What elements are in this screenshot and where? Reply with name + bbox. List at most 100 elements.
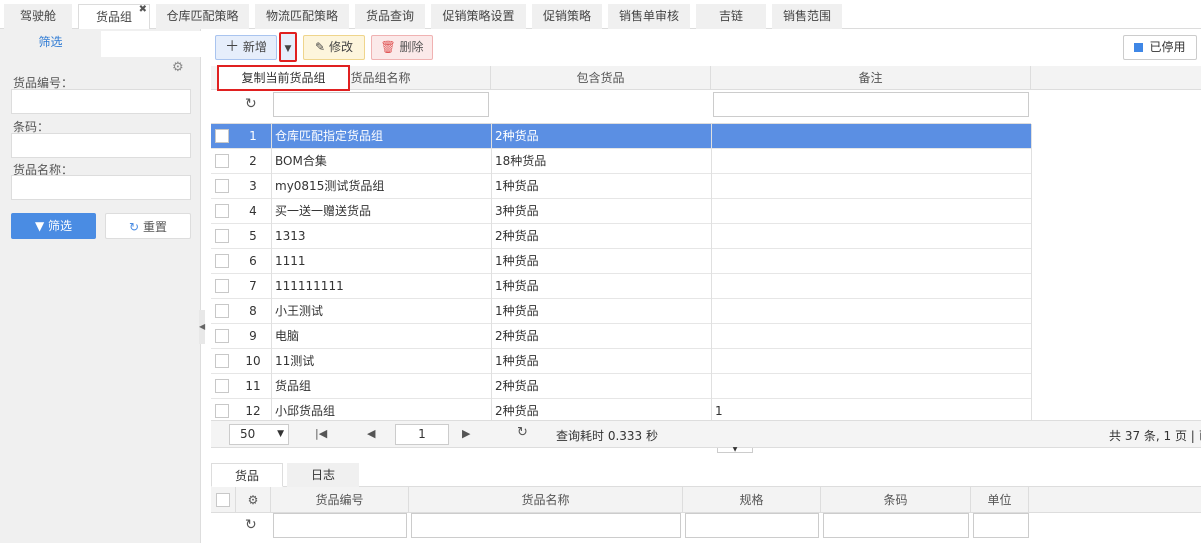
tab-sales-scope[interactable]: 销售范围	[772, 4, 842, 29]
group-name-filter-input[interactable]	[273, 92, 489, 117]
edit-button[interactable]: ✎ 修改	[303, 35, 365, 60]
table-row[interactable]: 5 1313 2种货品	[211, 224, 1032, 249]
tab-products[interactable]: 货品	[211, 463, 283, 487]
row-number: 5	[249, 229, 257, 243]
row-checkbox[interactable]	[215, 379, 229, 393]
tab-promo-settings[interactable]: 促销策略设置	[431, 4, 526, 29]
row-checkbox[interactable]	[215, 304, 229, 318]
row-checkbox[interactable]	[215, 404, 229, 418]
row-checkbox[interactable]	[215, 129, 229, 143]
table-row[interactable]: 9 电脑 2种货品	[211, 324, 1032, 349]
cell-contains: 1种货品	[495, 304, 539, 318]
table-row[interactable]: 7 111111111 1种货品	[211, 274, 1032, 299]
checkbox-icon	[216, 493, 230, 507]
prev-page-icon[interactable]: ◀	[367, 427, 375, 440]
table-row[interactable]: 10 11测试 1种货品	[211, 349, 1032, 374]
tab-product-query[interactable]: 货品查询	[355, 4, 425, 29]
total-count: 共 37 条, 1 页 | 已	[1109, 429, 1201, 443]
tab-log[interactable]: 日志	[287, 463, 359, 487]
cell-divider	[1031, 249, 1032, 274]
row-checkbox[interactable]	[215, 204, 229, 218]
tab-warehouse-strategy[interactable]: 仓库匹配策略	[156, 4, 249, 29]
spec-filter-input[interactable]	[685, 513, 819, 538]
filter-button[interactable]: ▼ 筛选	[11, 213, 96, 239]
tab-filter[interactable]: 筛选	[0, 29, 101, 55]
barcode-filter-input[interactable]	[823, 513, 969, 538]
sidebar-collapse-handle[interactable]: ◀	[199, 310, 205, 344]
tab-product-group[interactable]: 货品组 ✖	[78, 4, 150, 30]
tab-sales-review[interactable]: 销售单审核	[608, 4, 690, 29]
header-note[interactable]: 备注	[711, 66, 1031, 90]
header-barcode[interactable]: 条码	[821, 487, 971, 513]
next-page-icon[interactable]: ▶	[462, 427, 470, 440]
reload-icon[interactable]: ↻	[517, 425, 528, 440]
row-checkbox[interactable]	[215, 354, 229, 368]
tab-logistics-strategy[interactable]: 物流匹配策略	[255, 4, 349, 29]
note-filter-input[interactable]	[713, 92, 1029, 117]
tab-cockpit[interactable]: 驾驶舱	[4, 4, 72, 29]
row-number: 2	[249, 154, 257, 168]
row-checkbox[interactable]	[215, 279, 229, 293]
tab-label: 销售范围	[782, 9, 831, 23]
copy-group-menu-item[interactable]: 复制当前货品组	[217, 65, 350, 91]
cell-group-name: 11测试	[275, 354, 315, 368]
product-name-input[interactable]	[11, 175, 191, 200]
cell-divider	[711, 274, 712, 299]
table-row[interactable]: 1 仓库匹配指定货品组 2种货品	[211, 124, 1032, 149]
sidebar-tab-blank	[101, 31, 201, 57]
table-row[interactable]: 12 小邱货品组 2种货品 1	[211, 399, 1032, 420]
add-dropdown-button[interactable]: ▼	[279, 32, 297, 62]
header-spec[interactable]: 规格	[683, 487, 821, 513]
tab-jilian[interactable]: 吉链	[696, 4, 766, 29]
cell-divider	[711, 124, 712, 149]
disabled-toggle-button[interactable]: 已停用	[1123, 35, 1197, 60]
row-checkbox[interactable]	[215, 229, 229, 243]
table-row[interactable]: 6 1111 1种货品	[211, 249, 1032, 274]
page-number-input[interactable]: 1	[395, 424, 449, 445]
page-size-select[interactable]: 50 ▼	[229, 424, 289, 445]
refresh-icon[interactable]: ↻	[245, 517, 257, 533]
gear-icon[interactable]: ⚙	[172, 61, 185, 74]
header-contains[interactable]: 包含货品	[491, 66, 711, 90]
close-icon[interactable]: ✖	[139, 0, 147, 22]
cell-group-name: 仓库匹配指定货品组	[275, 129, 384, 143]
cell-divider	[491, 174, 492, 199]
tab-label: 促销策略设置	[442, 9, 515, 23]
delete-button[interactable]: 🗑 删除	[371, 35, 433, 60]
cell-contains: 1种货品	[495, 279, 539, 293]
table-row[interactable]: 4 买一送一赠送货品 3种货品	[211, 199, 1032, 224]
splitter-handle[interactable]: ▼	[717, 447, 753, 453]
product-code-filter-input[interactable]	[273, 513, 407, 538]
tab-label: 促销策略	[542, 9, 591, 23]
cell-divider	[491, 249, 492, 274]
header-checkbox[interactable]	[211, 487, 236, 513]
table-row[interactable]: 2 BOM合集 18种货品	[211, 149, 1032, 174]
tab-promo-strategy[interactable]: 促销策略	[532, 4, 602, 29]
table-row[interactable]: 8 小王测试 1种货品	[211, 299, 1032, 324]
reset-button[interactable]: ↻ 重置	[105, 213, 191, 239]
table-row[interactable]: 11 货品组 2种货品	[211, 374, 1032, 399]
row-number: 11	[245, 379, 261, 393]
unit-filter-input[interactable]	[973, 513, 1029, 538]
header-unit[interactable]: 单位	[971, 487, 1029, 513]
cell-divider	[1031, 199, 1032, 224]
gear-icon[interactable]: ⚙	[236, 487, 271, 513]
product-name-filter-input[interactable]	[411, 513, 681, 538]
refresh-icon[interactable]: ↻	[245, 96, 257, 112]
row-checkbox[interactable]	[215, 154, 229, 168]
cell-divider	[491, 224, 492, 249]
row-checkbox[interactable]	[215, 254, 229, 268]
header-product-name[interactable]: 货品名称	[409, 487, 683, 513]
add-button[interactable]: ＋ 新增	[215, 35, 277, 60]
tab-label: 货品查询	[365, 9, 414, 23]
cell-group-name: 1313	[275, 229, 306, 243]
first-page-icon[interactable]: |◀	[315, 427, 327, 440]
table-row[interactable]: 3 my0815测试货品组 1种货品	[211, 174, 1032, 199]
row-checkbox[interactable]	[215, 179, 229, 193]
product-code-input[interactable]	[11, 89, 191, 114]
detail-tabs: 货品 日志	[211, 458, 1201, 487]
header-product-code[interactable]: 货品编号	[271, 487, 409, 513]
cell-divider	[271, 174, 272, 199]
barcode-input[interactable]	[11, 133, 191, 158]
row-checkbox[interactable]	[215, 329, 229, 343]
